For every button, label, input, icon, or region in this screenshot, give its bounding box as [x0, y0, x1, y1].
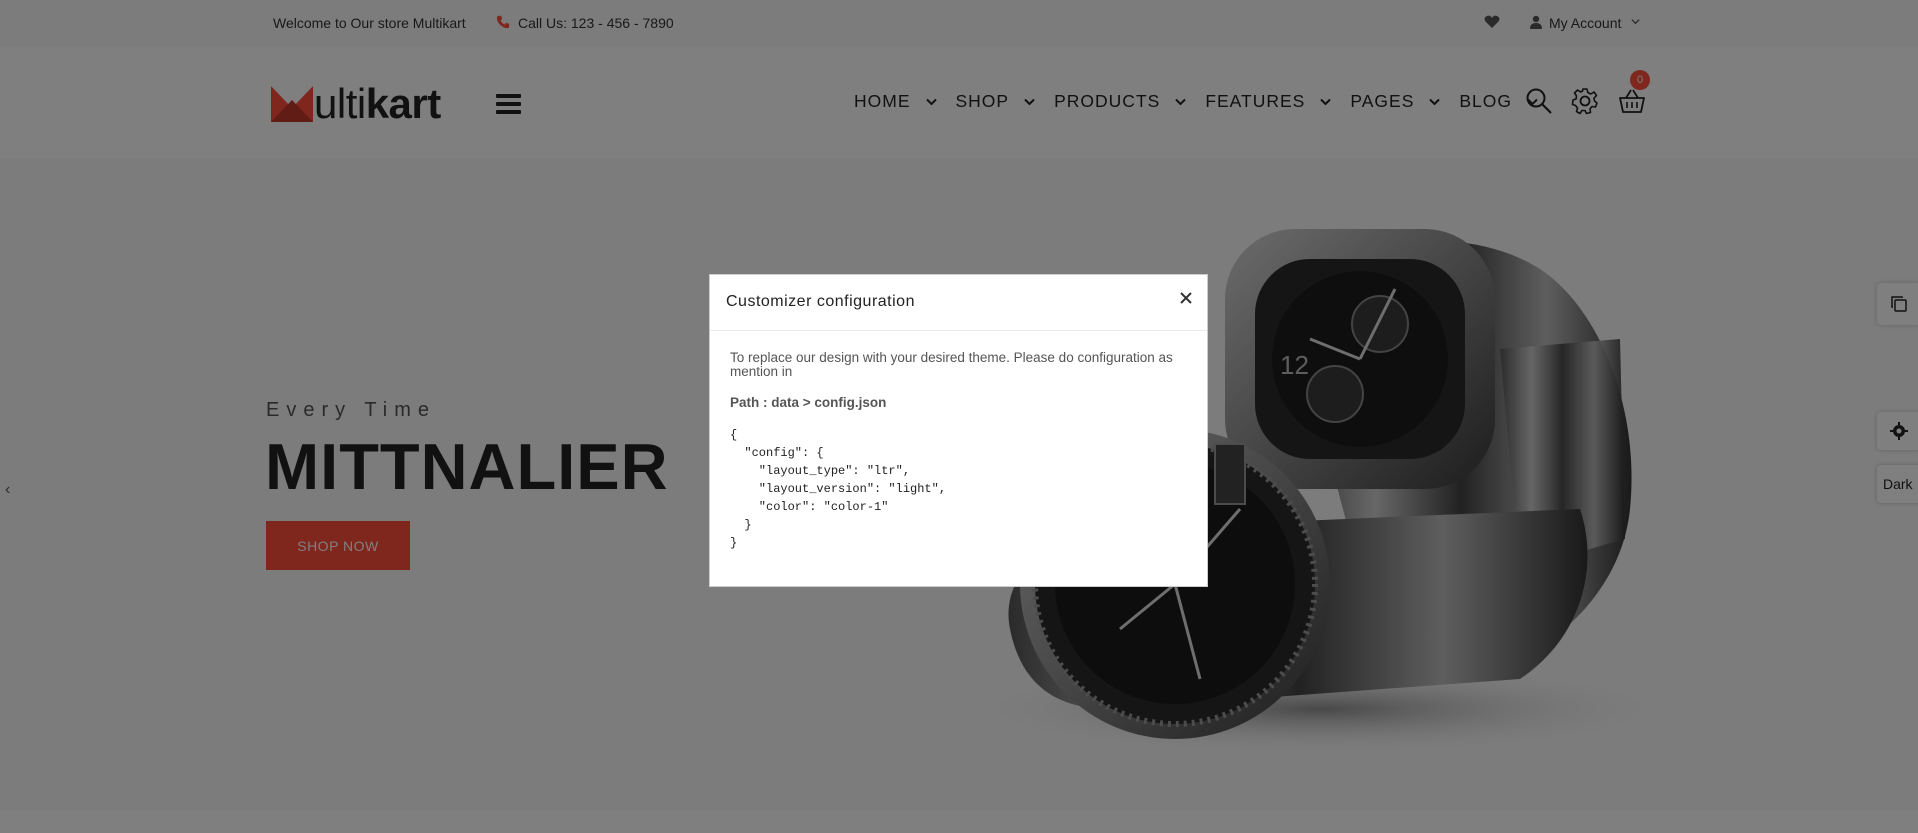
- close-icon[interactable]: [1179, 291, 1193, 305]
- modal-description: To replace our design with your desired …: [730, 350, 1173, 379]
- config-code-block: { "config": { "layout_type": "ltr", "lay…: [730, 428, 947, 550]
- modal-title: Customizer configuration: [726, 293, 915, 310]
- config-path: Path : data > config.json: [730, 395, 887, 410]
- modal-header: Customizer configuration: [710, 275, 1207, 331]
- modal-body: To replace our design with your desired …: [710, 331, 1207, 552]
- customizer-modal: Customizer configuration To replace our …: [709, 274, 1208, 587]
